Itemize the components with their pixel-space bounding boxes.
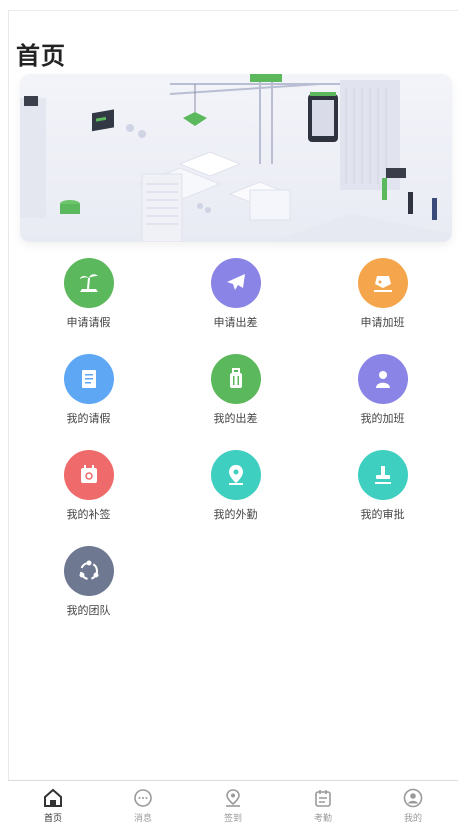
banner-image[interactable] bbox=[20, 74, 452, 242]
tab-label: 考勤 bbox=[313, 814, 332, 824]
page-title: 首页 bbox=[16, 42, 66, 70]
menu-label: 我的补签 bbox=[66, 508, 111, 521]
stamp-icon bbox=[357, 450, 408, 500]
menu-label: 我的团队 bbox=[66, 604, 111, 617]
calendar-icon bbox=[63, 450, 114, 500]
document-icon bbox=[63, 354, 114, 404]
airplane-icon bbox=[210, 258, 261, 308]
menu-label: 申请请假 bbox=[66, 316, 111, 329]
menu-label: 我的外勤 bbox=[213, 508, 258, 521]
my-approval-button[interactable]: 我的审批 bbox=[309, 450, 456, 522]
apply-trip-button[interactable]: 申请出差 bbox=[162, 258, 309, 330]
team-icon bbox=[63, 546, 114, 596]
menu-label: 我的出差 bbox=[213, 412, 258, 425]
apply-overtime-button[interactable]: 申请加班 bbox=[309, 258, 456, 330]
tab-label: 首页 bbox=[43, 814, 62, 824]
tab-label: 我的 bbox=[403, 814, 422, 824]
suitcase-icon bbox=[210, 354, 261, 404]
overtime-icon bbox=[357, 258, 408, 308]
menu-label: 申请出差 bbox=[213, 316, 258, 329]
menu-label: 我的审批 bbox=[360, 508, 405, 521]
menu-label: 我的请假 bbox=[66, 412, 111, 425]
my-team-button[interactable]: 我的团队 bbox=[15, 546, 162, 618]
my-trip-button[interactable]: 我的出差 bbox=[162, 354, 309, 426]
tab-home[interactable]: 首页 bbox=[8, 781, 98, 826]
tab-checkin[interactable]: 签到 bbox=[188, 781, 278, 826]
tab-profile[interactable]: 我的 bbox=[368, 781, 458, 826]
tab-messages[interactable]: 消息 bbox=[98, 781, 188, 826]
menu-label: 申请加班 bbox=[360, 316, 405, 329]
location-icon bbox=[210, 450, 261, 500]
home-icon bbox=[44, 788, 62, 807]
city-illustration bbox=[20, 74, 452, 242]
message-icon bbox=[134, 789, 152, 807]
bottom-tab-bar: 首页 消息 签到 考勤 我的 bbox=[8, 780, 458, 826]
my-leave-button[interactable]: 我的请假 bbox=[15, 354, 162, 426]
beach-icon bbox=[63, 258, 114, 308]
feature-grid: 申请请假 申请出差 申请加班 我的请假 我的出差 我的加班 我的补签 我的外勤 … bbox=[15, 258, 455, 618]
my-overtime-button[interactable]: 我的加班 bbox=[309, 354, 456, 426]
tab-attendance[interactable]: 考勤 bbox=[278, 781, 368, 826]
attendance-icon bbox=[315, 790, 331, 807]
apply-leave-button[interactable]: 申请请假 bbox=[15, 258, 162, 330]
checkin-icon bbox=[226, 789, 240, 807]
tab-label: 消息 bbox=[133, 814, 152, 824]
menu-label: 我的加班 bbox=[360, 412, 405, 425]
my-field-work-button[interactable]: 我的外勤 bbox=[162, 450, 309, 522]
profile-icon bbox=[403, 788, 423, 808]
my-resign-button[interactable]: 我的补签 bbox=[15, 450, 162, 522]
tab-label: 签到 bbox=[223, 814, 242, 824]
person-icon bbox=[357, 354, 408, 404]
